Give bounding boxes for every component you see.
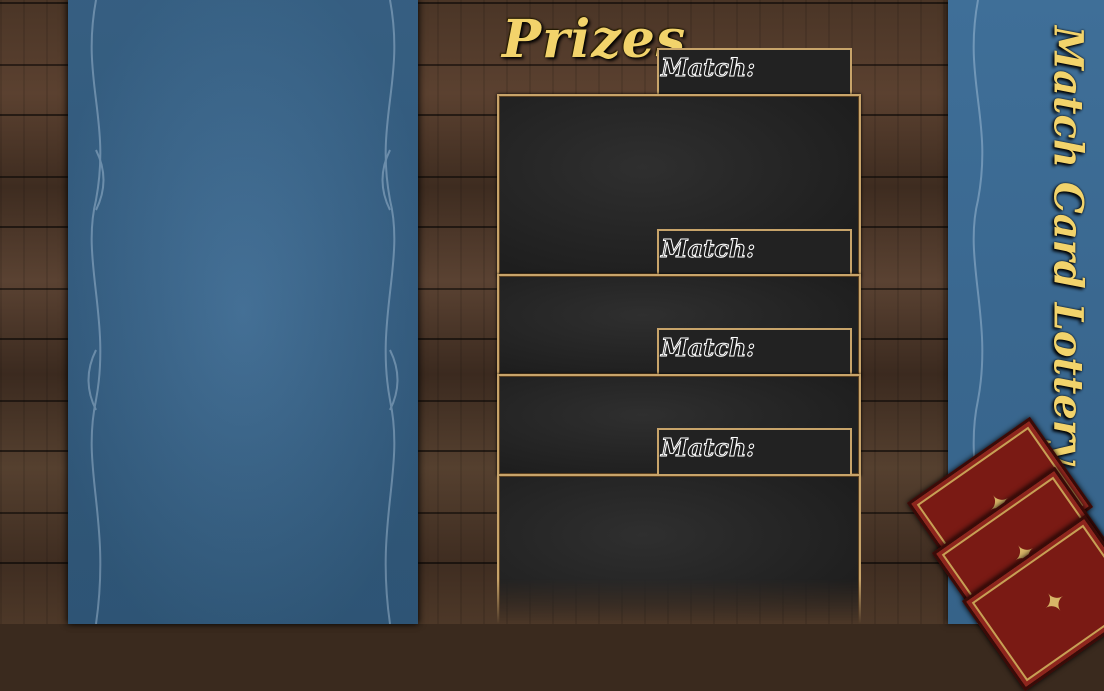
left-info-panel (68, 0, 418, 624)
match-label: Match: (660, 53, 756, 83)
match-label: Match: (660, 333, 756, 363)
lottery-title: Match Card Lottery (1044, 25, 1092, 465)
match-label: Match: (660, 234, 756, 264)
ornament-right-icon (381, 0, 399, 624)
match-box-3: Match: (657, 328, 852, 376)
prize-slot-4[interactable] (497, 474, 861, 624)
match-label: Match: (660, 433, 756, 463)
match-box-2: Match: (657, 229, 852, 276)
ornament-left-icon (87, 0, 105, 624)
match-box-4: Match: (657, 428, 852, 476)
match-box-1: Match: (657, 48, 852, 94)
